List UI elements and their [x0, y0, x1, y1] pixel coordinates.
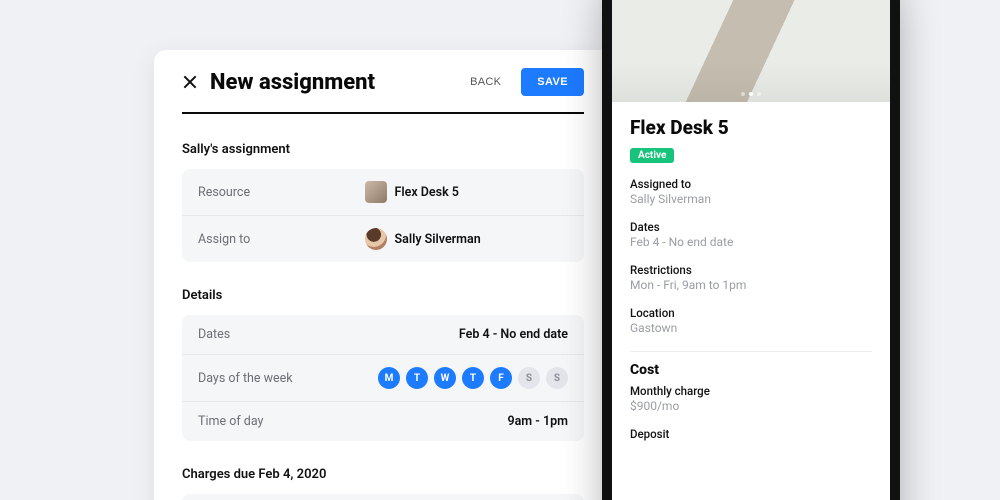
day-toggle[interactable]: T — [462, 367, 484, 389]
dates-field: Dates Feb 4 - No end date — [630, 220, 872, 249]
location-label: Location — [630, 306, 872, 320]
hero-image — [612, 0, 890, 102]
divider — [182, 112, 584, 114]
assignment-card: New assignment BACK SAVE Sally's assignm… — [154, 50, 612, 500]
assign-to-row[interactable]: Assign to Sally Silverman — [182, 215, 584, 262]
dates-label: Dates — [198, 327, 459, 342]
time-label: Time of day — [198, 414, 507, 429]
day-toggle[interactable]: M — [378, 367, 400, 389]
phone-frame: Flex Desk 5 Active Assigned to Sally Sil… — [602, 0, 900, 500]
days-row[interactable]: Days of the week MTWTFSS — [182, 354, 584, 401]
day-toggle[interactable]: T — [406, 367, 428, 389]
assigned-label: Assigned to — [630, 177, 872, 191]
restrictions-field: Restrictions Mon - Fri, 9am to 1pm — [630, 263, 872, 292]
restrictions-label: Restrictions — [630, 263, 872, 277]
monthly-label: Monthly charge — [630, 384, 872, 398]
location-field: Location Gastown — [630, 306, 872, 335]
charge-row: Payment for Flex Desk 5 - Feb 4, 2020 to… — [182, 494, 584, 500]
assignment-panel: Resource Flex Desk 5 Assign to Sally Sil… — [182, 169, 584, 262]
time-row[interactable]: Time of day 9am - 1pm — [182, 401, 584, 441]
details-panel: Dates Feb 4 - No end date Days of the we… — [182, 315, 584, 441]
resource-row[interactable]: Resource Flex Desk 5 — [182, 169, 584, 215]
status-badge: Active — [630, 148, 674, 163]
carousel-dots[interactable] — [741, 92, 761, 96]
deposit-label: Deposit — [630, 427, 872, 441]
back-button[interactable]: BACK — [460, 70, 511, 94]
assigned-field: Assigned to Sally Silverman — [630, 177, 872, 206]
assigned-value: Sally Silverman — [630, 192, 872, 206]
assign-to-value: Sally Silverman — [395, 232, 481, 247]
save-button[interactable]: SAVE — [521, 68, 584, 96]
monthly-value: $900/mo — [630, 399, 872, 413]
resource-label: Resource — [198, 185, 365, 200]
deposit-field: Deposit — [630, 427, 872, 441]
resource-title: Flex Desk 5 — [630, 116, 872, 139]
cost-title: Cost — [630, 362, 872, 378]
time-value: 9am - 1pm — [507, 414, 568, 429]
days-of-week: MTWTFSS — [378, 367, 568, 389]
divider — [630, 351, 872, 352]
days-label: Days of the week — [198, 371, 378, 386]
phone-dates-value: Feb 4 - No end date — [630, 235, 872, 249]
charges-panel: Payment for Flex Desk 5 - Feb 4, 2020 to… — [182, 494, 584, 500]
desk-thumbnail-icon — [365, 181, 387, 203]
restrictions-value: Mon - Fri, 9am to 1pm — [630, 278, 872, 292]
day-toggle[interactable]: S — [546, 367, 568, 389]
resource-value: Flex Desk 5 — [395, 185, 459, 200]
assign-to-label: Assign to — [198, 232, 365, 247]
page-title: New assignment — [210, 70, 460, 95]
avatar-icon — [365, 228, 387, 250]
location-value: Gastown — [630, 321, 872, 335]
phone-dates-label: Dates — [630, 220, 872, 234]
section-details-title: Details — [182, 288, 584, 303]
monthly-field: Monthly charge $900/mo — [630, 384, 872, 413]
day-toggle[interactable]: W — [434, 367, 456, 389]
dates-value: Feb 4 - No end date — [459, 327, 568, 342]
card-header: New assignment BACK SAVE — [182, 50, 584, 112]
section-assignment-title: Sally's assignment — [182, 142, 584, 157]
dates-row[interactable]: Dates Feb 4 - No end date — [182, 315, 584, 354]
day-toggle[interactable]: S — [518, 367, 540, 389]
day-toggle[interactable]: F — [490, 367, 512, 389]
phone-screen: Flex Desk 5 Active Assigned to Sally Sil… — [612, 0, 890, 500]
close-icon[interactable] — [182, 74, 198, 90]
section-charges-title: Charges due Feb 4, 2020 — [182, 467, 584, 482]
